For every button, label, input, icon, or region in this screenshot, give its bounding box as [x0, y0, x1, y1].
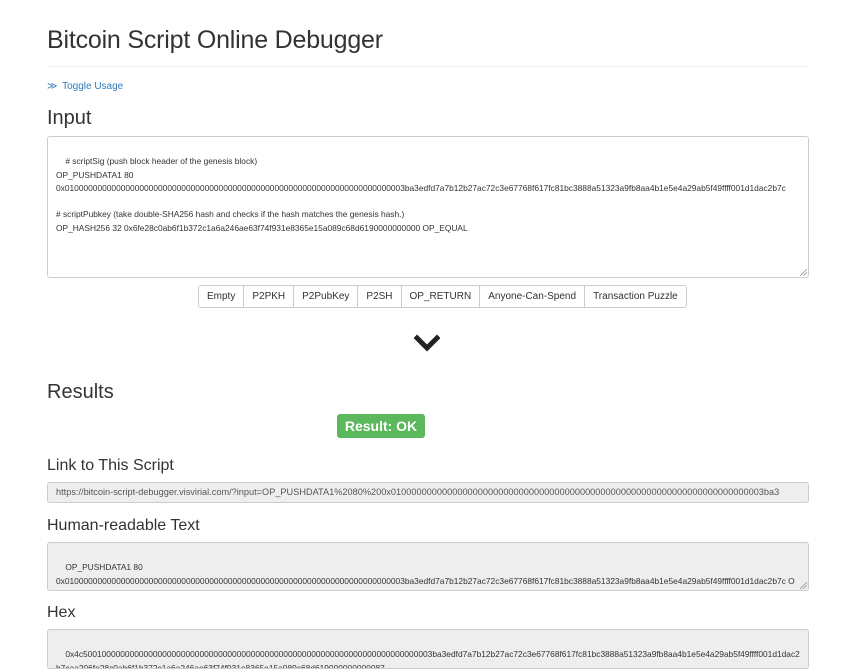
template-transaction-puzzle-button[interactable]: Transaction Puzzle [585, 286, 686, 307]
script-input-text: # scriptSig (push block header of the ge… [56, 156, 786, 233]
template-p2pubkey-button[interactable]: P2PubKey [294, 286, 359, 307]
results-heading: Results [47, 381, 114, 403]
hex-text: 0x4c500100000000000000000000000000000000… [56, 649, 800, 669]
toggle-usage-label: Toggle Usage [62, 81, 124, 92]
resize-handle-icon[interactable] [800, 269, 807, 276]
template-empty-button[interactable]: Empty [199, 286, 245, 307]
human-readable-heading: Human-readable Text [47, 517, 200, 534]
double-chevron-right-icon: ≫ [47, 81, 58, 92]
script-input-textarea[interactable]: # scriptSig (push block header of the ge… [47, 136, 809, 278]
toggle-usage-link[interactable]: ≫ Toggle Usage [47, 81, 123, 92]
title-divider [47, 66, 809, 67]
hex-heading: Hex [47, 604, 76, 621]
template-op-return-button[interactable]: OP_RETURN [401, 286, 481, 307]
script-link-field[interactable]: https://bitcoin-script-debugger.visviria… [47, 482, 809, 503]
result-status-badge: Result: OK [337, 414, 425, 438]
link-heading: Link to This Script [47, 457, 174, 474]
template-p2sh-button[interactable]: P2SH [358, 286, 402, 307]
chevron-down-icon [414, 334, 440, 352]
resize-handle-icon[interactable] [800, 582, 807, 589]
template-p2pkh-button[interactable]: P2PKH [244, 286, 295, 307]
human-readable-textarea[interactable]: OP_PUSHDATA1 80 0x0100000000000000000000… [47, 542, 809, 591]
page-title: Bitcoin Script Online Debugger [47, 26, 383, 54]
template-anyone-can-spend-button[interactable]: Anyone-Can-Spend [480, 286, 586, 307]
template-button-group: Empty P2PKH P2PubKey P2SH OP_RETURN Anyo… [198, 285, 687, 308]
human-readable-text: OP_PUSHDATA1 80 0x0100000000000000000000… [56, 562, 795, 590]
input-heading: Input [47, 107, 92, 129]
hex-textarea[interactable]: 0x4c500100000000000000000000000000000000… [47, 629, 809, 669]
